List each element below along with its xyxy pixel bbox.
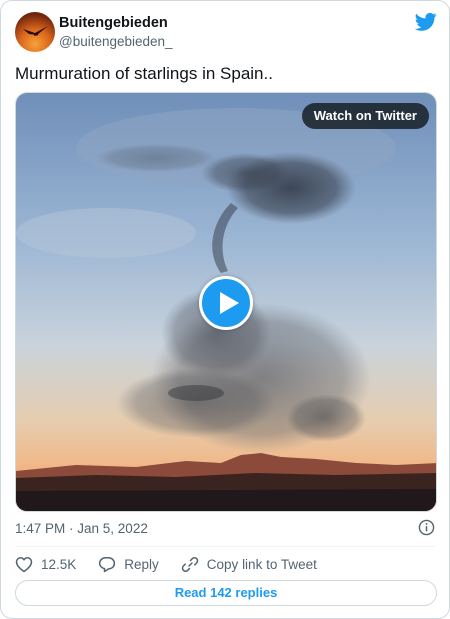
reply-label: Reply — [124, 556, 159, 572]
reply-button[interactable]: Reply — [98, 556, 159, 573]
like-count: 12.5K — [41, 556, 77, 572]
author-name[interactable]: Buitengebieden — [59, 15, 168, 31]
tweet-text: Murmuration of starlings in Spain.. — [15, 64, 273, 83]
twitter-logo-icon[interactable] — [415, 12, 437, 32]
tweet-actions: 12.5K Reply Copy link to Tweet — [15, 553, 339, 575]
author-handle[interactable]: @buitengebieden_ — [59, 34, 173, 49]
video-player[interactable]: Watch on Twitter — [15, 92, 437, 512]
reply-icon — [99, 556, 116, 572]
heart-icon — [15, 556, 33, 572]
divider — [15, 546, 435, 547]
link-icon — [181, 556, 199, 572]
tweet-timestamp[interactable]: 1:47 PM · Jan 5, 2022 — [15, 521, 148, 536]
avatar[interactable] — [15, 12, 55, 52]
read-replies-button[interactable]: Read 142 replies — [15, 580, 437, 606]
play-button[interactable] — [199, 276, 253, 330]
watch-on-twitter-button[interactable]: Watch on Twitter — [301, 103, 429, 129]
copy-link-label: Copy link to Tweet — [206, 556, 317, 572]
tweet-embed-card: Buitengebieden @buitengebieden_ Murmurat… — [0, 0, 450, 619]
play-icon — [220, 292, 239, 314]
like-button[interactable]: 12.5K — [15, 556, 76, 573]
info-icon[interactable] — [418, 519, 435, 536]
copy-link-button[interactable]: Copy link to Tweet — [181, 556, 317, 573]
